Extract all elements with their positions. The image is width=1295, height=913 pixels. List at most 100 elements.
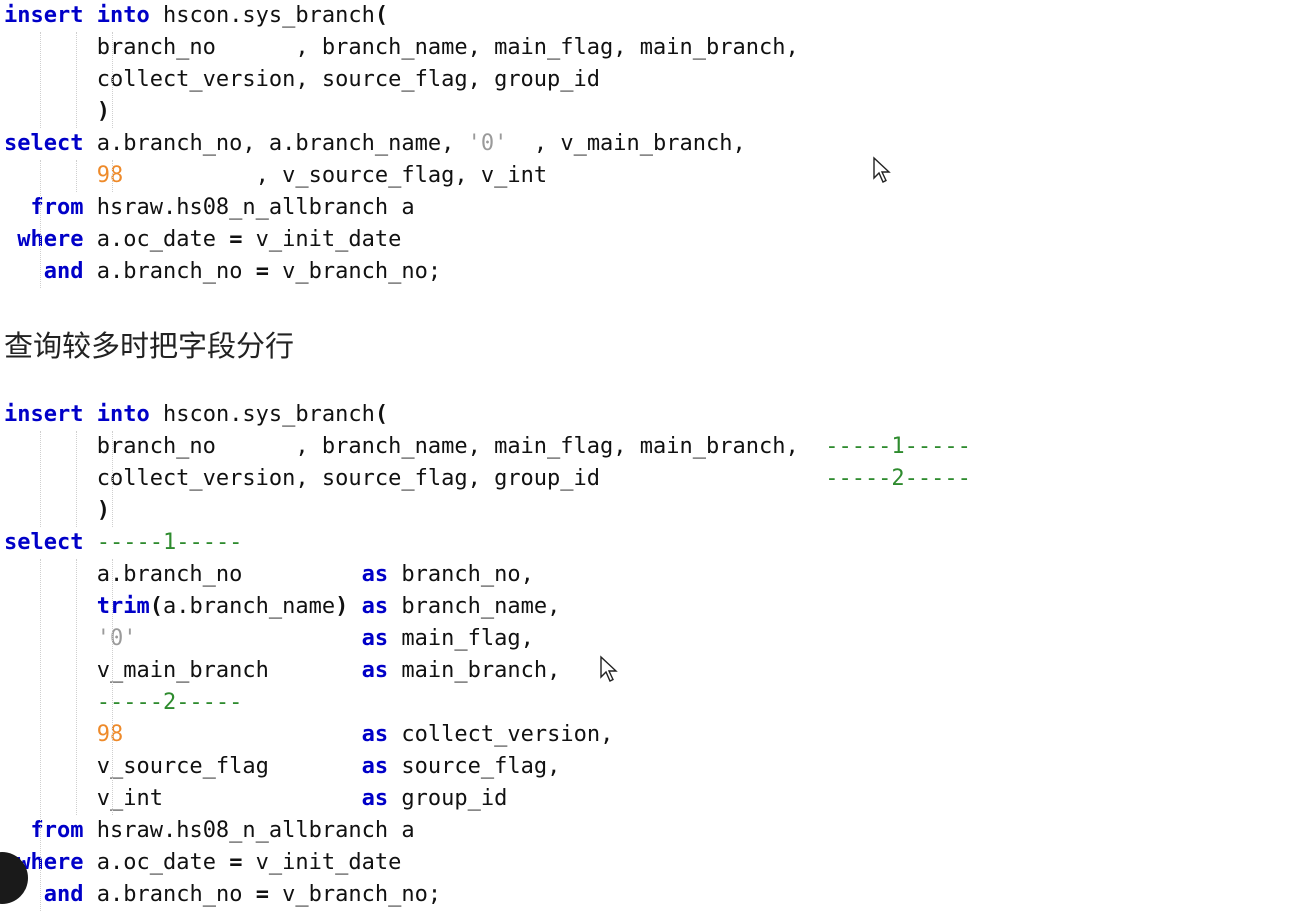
- operator: (: [374, 3, 389, 28]
- code-text: main_flag,: [388, 626, 534, 651]
- indent-guide: [76, 160, 77, 192]
- code-line: select a.branch_no, a.branch_name, '0' ,…: [4, 128, 746, 160]
- sql-keyword: select: [4, 131, 84, 156]
- string-literal: '0': [96, 626, 137, 651]
- code-line: '0' as main_flag,: [4, 623, 534, 655]
- code-line: collect_version, source_flag, group_id -…: [4, 463, 971, 495]
- operator: ): [96, 498, 110, 523]
- code-line: ): [4, 96, 110, 128]
- operator: ): [96, 99, 110, 124]
- code-text: , v_main_branch,: [507, 131, 746, 156]
- code-text: v_init_date: [242, 850, 402, 875]
- indent-guide: [112, 160, 113, 192]
- sql-keyword: as: [361, 626, 389, 651]
- sql-keyword: and: [43, 882, 84, 907]
- code-text: a.oc_date: [83, 227, 230, 252]
- code-line: insert into hscon.sys_branch(: [4, 0, 388, 32]
- number-literal: 98: [96, 722, 124, 747]
- operator: =: [229, 850, 243, 875]
- comment: -----2-----: [96, 690, 243, 715]
- code-line: where a.oc_date = v_init_date: [4, 224, 401, 256]
- sql-keyword: where: [17, 227, 84, 252]
- sql-keyword: as: [361, 754, 389, 779]
- code-text: v_branch_no;: [268, 882, 442, 907]
- indent-guide: [40, 431, 41, 527]
- sql-keyword: as: [361, 658, 389, 683]
- operator: (: [149, 594, 163, 619]
- operator: =: [255, 259, 269, 284]
- code-text: , v_source_flag, v_int: [123, 163, 548, 188]
- operator: ): [335, 594, 349, 619]
- code-line: insert into hscon.sys_branch(: [4, 399, 388, 431]
- sql-keyword: from: [30, 818, 84, 843]
- code-line: from hsraw.hs08_n_allbranch a: [4, 815, 415, 847]
- code-line: from hsraw.hs08_n_allbranch a: [4, 192, 415, 224]
- number-literal: 98: [96, 163, 124, 188]
- sql-keyword: trim: [96, 594, 150, 619]
- indent-guide: [112, 431, 113, 527]
- operator: (: [374, 402, 389, 427]
- sql-keyword: insert: [4, 3, 84, 28]
- code-text: hsraw.hs08_n_allbranch a: [83, 818, 415, 843]
- code-line: v_int as group_id: [4, 783, 508, 815]
- operator: =: [229, 227, 243, 252]
- code-text: main_branch,: [388, 658, 561, 683]
- code-text: v_branch_no;: [268, 259, 442, 284]
- code-text: hscon.sys_branch: [149, 402, 375, 427]
- code-line: select -----1-----: [4, 527, 242, 559]
- sql-keyword: as: [361, 722, 389, 747]
- sql-keyword: as: [361, 594, 389, 619]
- operator: =: [255, 882, 269, 907]
- code-text: collect_version, source_flag, group_id: [4, 67, 601, 92]
- sql-keyword: into: [96, 3, 150, 28]
- code-text: v_int: [4, 786, 362, 811]
- indent-guide: [40, 32, 41, 128]
- code-text: collect_version, source_flag, group_id: [4, 466, 826, 491]
- sql-keyword: select: [4, 530, 84, 555]
- code-text: a.branch_no: [4, 562, 362, 587]
- code-line: a.branch_no as branch_no,: [4, 559, 534, 591]
- comment: -----1-----: [825, 434, 971, 459]
- code-text: source_flag,: [388, 754, 561, 779]
- sql-keyword: and: [43, 259, 84, 284]
- indent-guide: [40, 559, 41, 911]
- code-text: hsraw.hs08_n_allbranch a: [83, 195, 415, 220]
- comment: -----2-----: [825, 466, 971, 491]
- indent-guide: [112, 559, 113, 815]
- mouse-pointer-icon: [599, 655, 621, 683]
- code-line: v_main_branch as main_branch,: [4, 655, 561, 687]
- indent-guide: [112, 32, 113, 128]
- code-line: v_source_flag as source_flag,: [4, 751, 561, 783]
- code-line: where a.oc_date = v_init_date: [4, 847, 401, 879]
- code-line: and a.branch_no = v_branch_no;: [4, 256, 441, 288]
- indent-guide: [76, 431, 77, 527]
- sql-keyword: as: [361, 786, 389, 811]
- code-text: a.oc_date: [83, 850, 230, 875]
- code-line: ): [4, 495, 110, 527]
- code-line: trim(a.branch_name) as branch_name,: [4, 591, 561, 623]
- code-text: branch_no,: [388, 562, 534, 587]
- code-text: v_main_branch: [4, 658, 362, 683]
- code-text: collect_version,: [388, 722, 614, 747]
- indent-guide: [76, 559, 77, 815]
- sql-keyword: into: [96, 402, 150, 427]
- code-line: and a.branch_no = v_branch_no;: [4, 879, 441, 911]
- code-text: v_source_flag: [4, 754, 362, 779]
- section-heading: 查询较多时把字段分行: [4, 329, 295, 363]
- code-line: 98 , v_source_flag, v_int: [4, 160, 547, 192]
- string-literal: '0': [467, 131, 508, 156]
- code-line: branch_no , branch_name, main_flag, main…: [4, 32, 799, 64]
- code-text: a.branch_no: [83, 259, 256, 284]
- sql-keyword: from: [30, 195, 84, 220]
- comment: -----1-----: [96, 530, 243, 555]
- code-text: a.branch_no, a.branch_name,: [83, 131, 468, 156]
